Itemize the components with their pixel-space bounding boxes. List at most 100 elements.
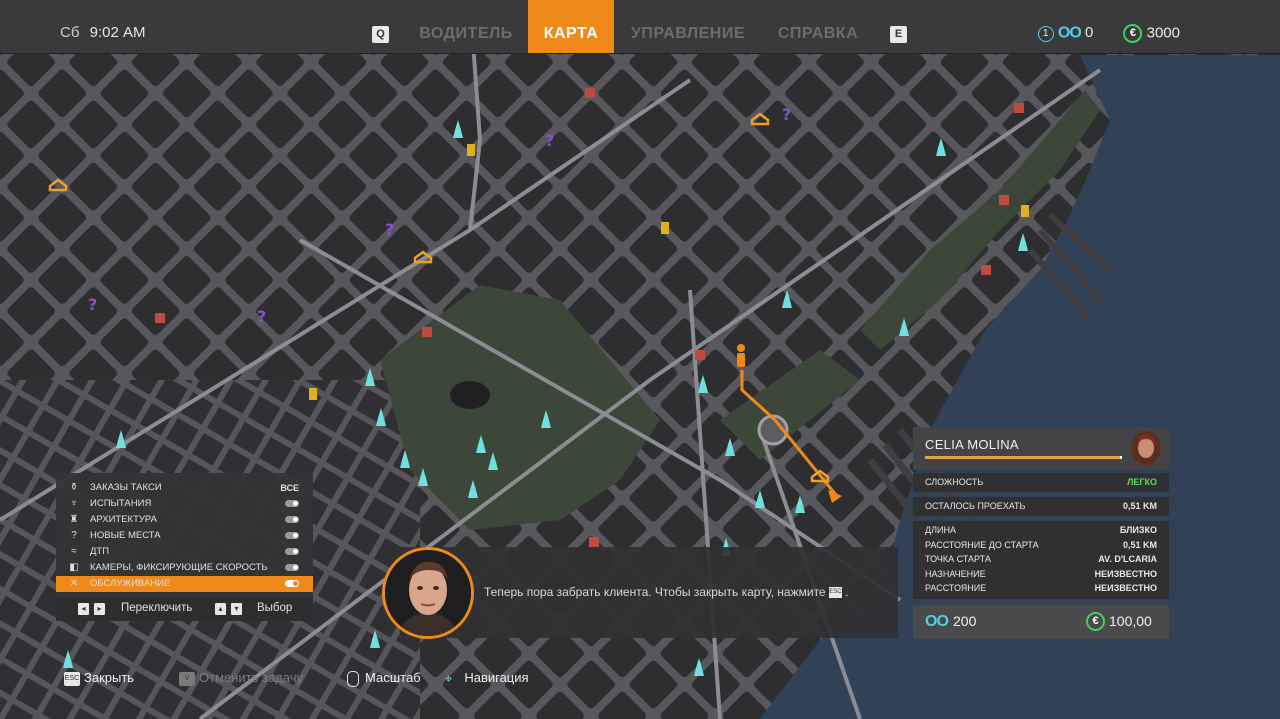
map-legend: ⚱ Заказы такси ВСЕ ♆ Испытания ♜ Архитек… (56, 473, 313, 621)
svg-text:?: ? (88, 295, 97, 314)
client-header: CELIA MOLINA (913, 427, 1169, 470)
navigation-hint[interactable]: ⌖ Навигация (445, 670, 529, 687)
navigation-icon: ⌖ (445, 670, 453, 686)
level-badge: 1 (1037, 25, 1054, 42)
tab-driver[interactable]: ВОДИТЕЛЬ (410, 0, 522, 53)
detail-value: 0,51 KM (1122, 540, 1157, 550)
arrow-right-key-icon: ▸ (94, 603, 105, 615)
legend-label: ДТП (90, 546, 110, 557)
svg-text:?: ? (545, 131, 554, 150)
remaining-label: Осталось проехать (925, 501, 1026, 511)
client-avatar (1131, 431, 1161, 465)
difficulty-label: Сложность (925, 477, 984, 487)
legend-new-places[interactable]: ? Новые места (56, 528, 313, 544)
legend-value: ВСЕ (280, 483, 299, 493)
legend-taxi-orders[interactable]: ⚱ Заказы такси ВСЕ (56, 480, 313, 496)
legend-service[interactable]: ✕ Обслуживание (56, 576, 313, 592)
difficulty-value: Легко (1127, 477, 1157, 487)
detail-label: ДЛИНА (925, 525, 956, 535)
detail-row: ДЛИНА БЛИЗКО (913, 523, 1169, 537)
time-label: 9:02 AM (89, 24, 146, 41)
remaining-value: 0,51 KM (1122, 501, 1157, 511)
trip-details: ДЛИНА БЛИЗКО РАССТОЯНИЕ ДО СТАРТА 0,51 K… (913, 521, 1169, 599)
svg-text:?: ? (385, 220, 394, 239)
detail-value: НЕИЗВЕСТНО (1094, 583, 1157, 593)
legend-label: Испытания (90, 498, 152, 509)
wrench-icon: ✕ (69, 578, 79, 589)
detail-row: НАЗНАЧЕНИЕ НЕИЗВЕСТНО (913, 567, 1169, 581)
token-icon: OO (925, 613, 949, 630)
legend-footer: ◂ ▸ Переключить ▴ ▾ Выбор (56, 598, 313, 621)
player-stats: 1 OO 0 € 3000 (1037, 24, 1180, 43)
token-count: 0 (1084, 24, 1094, 42)
svg-text:?: ? (257, 307, 266, 326)
money-amount: 3000 (1146, 24, 1180, 42)
legend-label: Архитектура (90, 514, 157, 525)
tab-management[interactable]: УПРАВЛЕНИЕ (620, 0, 756, 53)
prev-tab-key[interactable]: Q (372, 26, 389, 43)
reward-row: OO 200 € 100,00 (913, 605, 1169, 639)
legend-label: Обслуживание (90, 578, 171, 589)
client-progress-bar (925, 456, 1122, 459)
arrow-down-key-icon: ▾ (231, 603, 242, 615)
monument-icon: ♜ (69, 514, 79, 525)
legend-toggle[interactable] (285, 548, 299, 555)
mouse-icon (347, 670, 359, 687)
question-icon: ? (71, 530, 77, 541)
tab-help[interactable]: СПРАВКА (766, 0, 870, 53)
day-label: Сб (60, 24, 80, 41)
reward-money: 100,00 (1109, 613, 1152, 629)
esc-key-icon: ESC (64, 671, 80, 686)
arrow-up-key-icon: ▴ (215, 603, 226, 615)
v-key-icon: V (179, 671, 195, 686)
legend-label: Новые места (90, 530, 161, 541)
next-tab-key[interactable]: E (890, 26, 907, 43)
dialogue-text-line: Теперь пора забрать клиента. Чтобы закры… (484, 585, 849, 599)
legend-toggle[interactable] (285, 500, 299, 507)
cancel-label: Отменить задачу (199, 670, 304, 685)
legend-toggle[interactable] (285, 564, 299, 571)
detail-value: БЛИЗКО (1119, 525, 1157, 535)
zoom-hint[interactable]: Масштаб (347, 670, 421, 687)
taxi-order-icon: ⚱ (69, 482, 79, 493)
speaker-portrait (382, 547, 474, 639)
switch-hint: Переключить (121, 602, 193, 614)
detail-row: РАССТОЯНИЕ НЕИЗВЕСТНО (913, 581, 1169, 595)
token-icon: OO (1057, 24, 1082, 42)
money-icon: € (1123, 24, 1143, 43)
detail-value: НЕИЗВЕСТНО (1094, 569, 1157, 579)
game-clock: Сб 9:02 AM (60, 24, 145, 41)
money-icon: € (1086, 612, 1105, 631)
legend-toggle[interactable] (285, 516, 299, 523)
legend-architecture[interactable]: ♜ Архитектура (56, 512, 313, 528)
svg-text:?: ? (782, 105, 791, 124)
dialogue-text: Теперь пора забрать клиента. Чтобы закры… (484, 585, 826, 599)
legend-challenges[interactable]: ♆ Испытания (56, 496, 313, 512)
esc-key-icon: ESC (828, 587, 842, 599)
tab-map[interactable]: КАРТА (528, 0, 614, 53)
remaining-row: Осталось проехать 0,51 KM (913, 497, 1169, 516)
legend-toggle[interactable] (285, 532, 299, 539)
cancel-task-hint: V Отменить задачу (179, 670, 303, 686)
legend-label: Заказы такси (90, 482, 162, 493)
speed-camera-icon: ◧ (69, 562, 79, 573)
arrow-left-key-icon: ◂ (78, 603, 89, 615)
dialogue-box: Теперь пора забрать клиента. Чтобы закры… (400, 547, 898, 638)
legend-toggle[interactable] (285, 580, 299, 587)
close-map-hint[interactable]: ESC Закрыть (64, 670, 134, 686)
detail-label: РАССТОЯНИЕ ДО СТАРТА (925, 540, 1039, 550)
select-hint: Выбор (257, 602, 293, 614)
legend-accidents[interactable]: ≈ ДТП (56, 544, 313, 560)
crash-icon: ≈ (71, 546, 77, 557)
legend-label: Камеры, фиксирующие скорость (90, 562, 268, 573)
detail-value: AV. D'LCARIA (1098, 554, 1157, 564)
detail-label: РАССТОЯНИЕ (925, 583, 987, 593)
detail-row: РАССТОЯНИЕ ДО СТАРТА 0,51 KM (913, 538, 1169, 552)
difficulty-row: Сложность Легко (913, 473, 1169, 492)
zoom-label: Масштаб (365, 670, 421, 685)
client-name: CELIA MOLINA (925, 437, 1019, 452)
navigation-label: Навигация (464, 670, 529, 685)
reward-tokens: 200 (953, 613, 977, 629)
legend-speed-cameras[interactable]: ◧ Камеры, фиксирующие скорость (56, 560, 313, 576)
close-label: Закрыть (84, 670, 135, 685)
